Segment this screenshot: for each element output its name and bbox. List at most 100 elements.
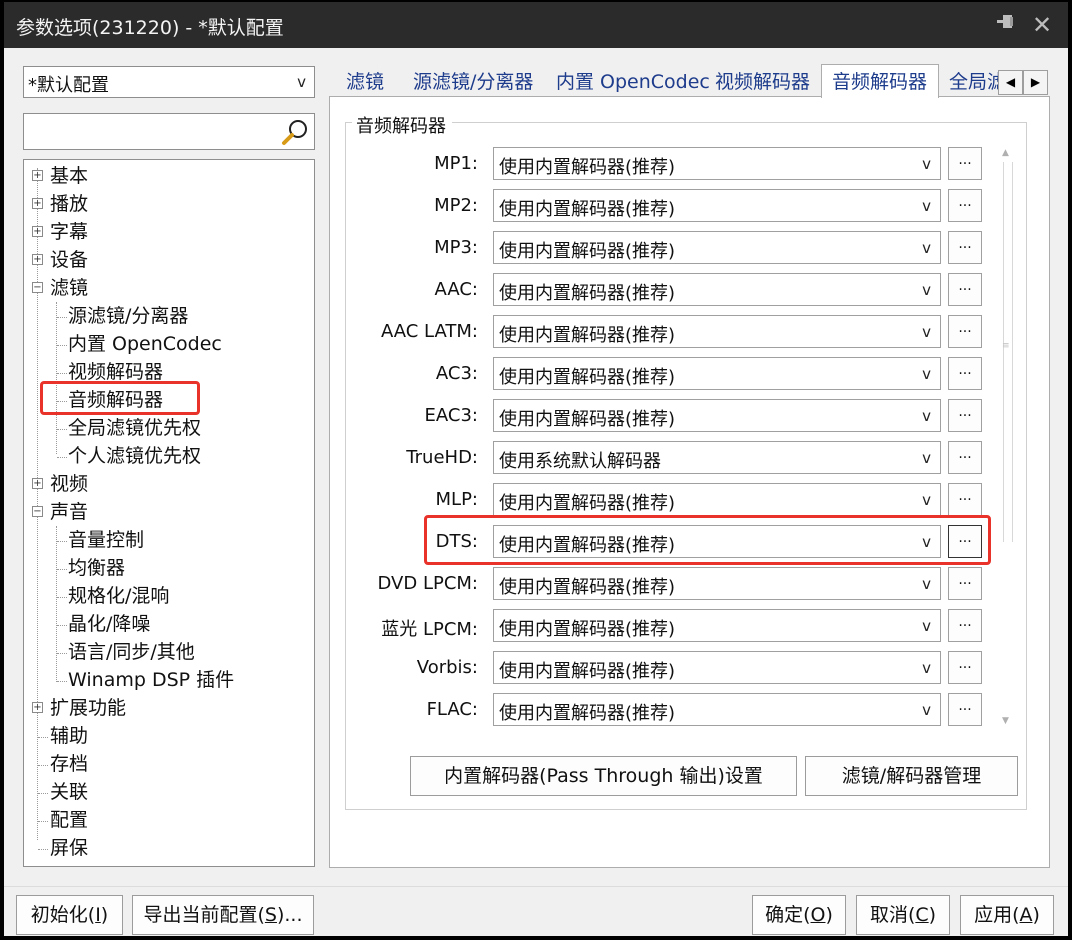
tree-item-config[interactable]: 配置 — [50, 806, 88, 834]
ok-button[interactable]: 确定(O) — [752, 895, 846, 935]
tree-item-global-priority[interactable]: 全局滤镜优先权 — [68, 414, 201, 442]
chevron-down-icon: v — [922, 575, 931, 593]
dts-row-highlight — [424, 515, 991, 565]
preferences-window: 参数选项(231220) - *默认配置 ✕ *默认配置 v + 基本 + 播放 +… — [4, 2, 1068, 936]
tab-filters[interactable]: 滤镜 — [346, 68, 384, 96]
tab-video-decoder[interactable]: 视频解码器 — [715, 68, 810, 96]
options-button[interactable]: ... — [948, 693, 982, 726]
tree-item-label: 存档 — [50, 753, 89, 775]
options-button[interactable]: ... — [948, 651, 982, 684]
decoder-dropdown[interactable]: 使用内置解码器(推荐) v — [493, 399, 941, 432]
tab-audio-decoder[interactable]: 音频解码器 — [821, 64, 939, 98]
tree-item-personal-priority[interactable]: 个人滤镜优先权 — [68, 442, 201, 470]
tab-opencodec[interactable]: 内置 OpenCodec — [556, 68, 710, 96]
export-config-button[interactable]: 导出当前配置(S)... — [132, 895, 314, 935]
decoder-dropdown[interactable]: 使用内置解码器(推荐) v — [493, 483, 941, 516]
group-title: 音频解码器 — [352, 112, 452, 138]
expand-icon[interactable]: + — [32, 170, 43, 181]
profile-value: *默认配置 — [28, 75, 109, 96]
filter-decoder-manage-button[interactable]: 滤镜/解码器管理 — [805, 756, 1018, 796]
row-label: FLAC: — [426, 699, 478, 720]
pin-icon[interactable] — [992, 12, 1018, 38]
decoder-dropdown[interactable]: 使用内置解码器(推荐) v — [493, 147, 941, 180]
tree-item-label: 全局滤镜优先权 — [68, 417, 202, 439]
tree-item-label: 晶化/降噪 — [68, 613, 151, 635]
rows-scrollbar[interactable]: ▲ ≡ ▼ — [1000, 148, 1016, 732]
cancel-button[interactable]: 取消(C) — [856, 895, 950, 935]
initialize-button[interactable]: 初始化(I) — [16, 895, 123, 935]
scroll-up-icon[interactable]: ▲ — [1002, 148, 1009, 158]
decoder-dropdown[interactable]: 使用系统默认解码器 v — [493, 441, 941, 474]
tree-item-source-filters[interactable]: 源滤镜/分离器 — [68, 302, 188, 330]
tree-item-opencodec[interactable]: 内置 OpenCodec — [68, 330, 222, 358]
options-button[interactable]: ... — [948, 273, 982, 306]
decoder-dropdown[interactable]: 使用内置解码器(推荐) v — [493, 189, 941, 222]
tree-item-volume[interactable]: 音量控制 — [68, 526, 144, 554]
tree-item-label: 规格化/混响 — [68, 585, 170, 607]
expand-icon[interactable]: + — [32, 226, 43, 237]
dropdown-value: 使用内置解码器(推荐) — [499, 619, 676, 640]
options-button[interactable]: ... — [948, 357, 982, 390]
button-text-end: ) — [825, 904, 833, 926]
tab-source-filters[interactable]: 源滤镜/分离器 — [413, 68, 533, 96]
tree-item-language-sync[interactable]: 语言/同步/其他 — [68, 638, 195, 666]
expand-icon[interactable]: + — [32, 254, 43, 265]
tree-item-crystalize[interactable]: 晶化/降噪 — [68, 610, 150, 638]
chevron-down-icon: v — [922, 659, 931, 677]
dropdown-value: 使用内置解码器(推荐) — [499, 325, 676, 346]
scrollbar-thumb[interactable] — [1003, 162, 1013, 542]
tree-item-winamp-dsp[interactable]: Winamp DSP 插件 — [68, 666, 234, 694]
tree-item-association[interactable]: 关联 — [50, 778, 88, 806]
close-icon[interactable]: ✕ — [1029, 12, 1055, 38]
tree-item-label: 内置 OpenCodec — [68, 333, 222, 355]
passthrough-settings-button[interactable]: 内置解码器(Pass Through 输出)设置 — [410, 756, 797, 796]
window-title: 参数选项(231220) - *默认配置 — [16, 17, 284, 39]
options-button[interactable]: ... — [948, 567, 982, 600]
expand-icon[interactable]: + — [32, 198, 43, 209]
decoder-dropdown[interactable]: 使用内置解码器(推荐) v — [493, 231, 941, 264]
chevron-down-icon: v — [922, 617, 931, 635]
scroll-down-icon[interactable]: ▼ — [1002, 716, 1009, 726]
tree-item-normalize[interactable]: 规格化/混响 — [68, 582, 169, 610]
decoder-dropdown[interactable]: 使用内置解码器(推荐) v — [493, 357, 941, 390]
tab-scroll-left-icon[interactable]: ◀ — [998, 70, 1023, 95]
tree-item-screensaver[interactable]: 屏保 — [50, 834, 88, 862]
tree-item-label: 滤镜 — [50, 277, 89, 299]
options-button[interactable]: ... — [948, 609, 982, 642]
tab-scroll-right-icon[interactable]: ▶ — [1023, 70, 1048, 95]
tree-item-label: 字幕 — [50, 221, 89, 243]
collapse-icon[interactable]: − — [32, 282, 43, 293]
options-button[interactable]: ... — [948, 147, 982, 180]
search-input[interactable] — [23, 113, 315, 150]
decoder-dropdown[interactable]: 使用内置解码器(推荐) v — [493, 693, 941, 726]
options-button[interactable]: ... — [948, 189, 982, 222]
options-button[interactable]: ... — [948, 399, 982, 432]
tree-item-archive[interactable]: 存档 — [50, 750, 88, 778]
apply-button[interactable]: 应用(A) — [960, 895, 1054, 935]
decoder-dropdown[interactable]: 使用内置解码器(推荐) v — [493, 315, 941, 348]
tree-item-assist[interactable]: 辅助 — [50, 722, 88, 750]
decoder-dropdown[interactable]: 使用内置解码器(推荐) v — [493, 567, 941, 600]
options-button[interactable]: ... — [948, 231, 982, 264]
tree-item-label: 设备 — [50, 249, 89, 271]
magnifier-icon[interactable] — [280, 117, 310, 147]
dropdown-value: 使用内置解码器(推荐) — [499, 199, 676, 220]
expand-icon[interactable]: + — [32, 702, 43, 713]
row-label: AAC LATM: — [380, 321, 478, 342]
options-button[interactable]: ... — [948, 315, 982, 348]
decoder-dropdown[interactable]: 使用内置解码器(推荐) v — [493, 651, 941, 684]
tree-item-equalizer[interactable]: 均衡器 — [68, 554, 125, 582]
options-button[interactable]: ... — [948, 483, 982, 516]
collapse-icon[interactable]: − — [32, 506, 43, 517]
dropdown-value: 使用内置解码器(推荐) — [499, 409, 676, 430]
expand-icon[interactable]: + — [32, 478, 43, 489]
row-label: 蓝光 LPCM: — [381, 619, 478, 640]
decoder-dropdown[interactable]: 使用内置解码器(推荐) v — [493, 273, 941, 306]
dropdown-value: 使用内置解码器(推荐) — [499, 241, 676, 262]
row-label: MP3: — [434, 237, 478, 258]
tree-item-label: 配置 — [50, 809, 89, 831]
decoder-dropdown[interactable]: 使用内置解码器(推荐) v — [493, 609, 941, 642]
profile-dropdown[interactable]: *默认配置 v — [23, 66, 315, 98]
options-button[interactable]: ... — [948, 441, 982, 474]
button-text-end: ) — [1032, 904, 1040, 926]
